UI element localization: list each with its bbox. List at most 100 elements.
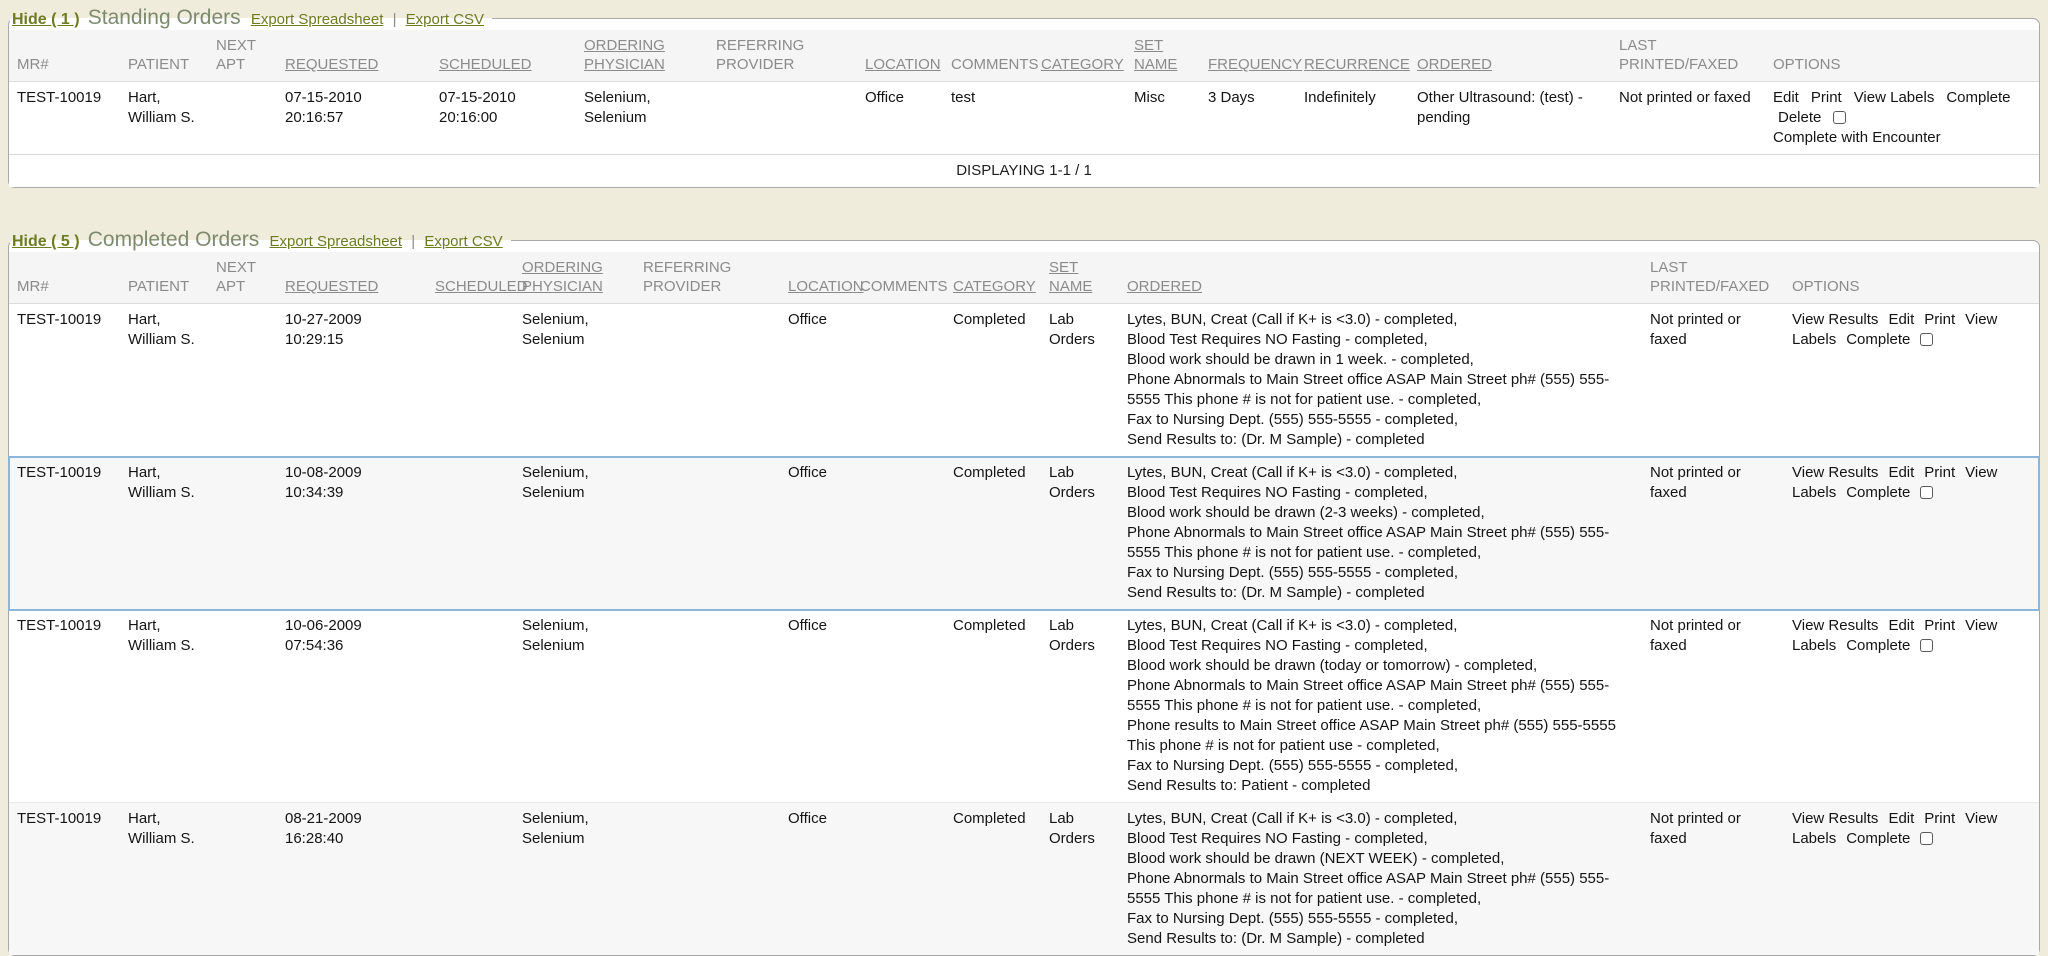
standing-footer-row: DISPLAYING 1-1 / 1	[9, 155, 2039, 188]
column-header-ordered[interactable]: ORDERED	[1119, 252, 1642, 304]
view-results-link[interactable]: View Results	[1792, 464, 1878, 481]
print-link[interactable]: Print	[1924, 810, 1955, 827]
cell-scheduled	[427, 610, 514, 803]
complete-checkbox[interactable]	[1920, 639, 1933, 652]
cell-referring-provider	[635, 304, 780, 457]
cell-last-printed-faxed: Not printed or faxed	[1642, 803, 1784, 956]
cell-scheduled	[427, 803, 514, 956]
completed-order-row: TEST-10019 Hart, William S. 10-08-2009 1…	[9, 457, 2039, 610]
cell-set-name: Lab Orders	[1041, 610, 1119, 803]
standing-orders-section: Hide ( 1 ) Standing Orders Export Spread…	[8, 6, 2040, 188]
complete-with-encounter-link[interactable]: Complete with Encounter	[1773, 129, 1941, 146]
column-header-location[interactable]: LOCATION	[857, 30, 943, 82]
cell-ordered: Lytes, BUN, Creat (Call if K+ is <3.0) -…	[1119, 610, 1642, 803]
column-header-category[interactable]: CATEGORY	[1033, 30, 1126, 82]
view-results-link[interactable]: View Results	[1792, 311, 1878, 328]
cell-location: Office	[780, 457, 852, 610]
cell-ordering-physician: Selenium, Selenium	[514, 610, 635, 803]
complete-link[interactable]: Complete	[1846, 484, 1910, 501]
standing-orders-title: Standing Orders	[88, 6, 241, 29]
cell-last-printed-faxed: Not printed or faxed	[1642, 457, 1784, 610]
cell-comments	[852, 803, 945, 956]
standing-export-spreadsheet-link[interactable]: Export Spreadsheet	[251, 11, 384, 28]
view-results-link[interactable]: View Results	[1792, 810, 1878, 827]
cell-set-name: Lab Orders	[1041, 457, 1119, 610]
complete-link[interactable]: Complete	[1946, 89, 2010, 106]
completed-export-csv-link[interactable]: Export CSV	[424, 233, 502, 250]
cell-requested: 10-06-2009 07:54:36	[277, 610, 427, 803]
cell-options: View ResultsEditPrintView LabelsComplete	[1784, 610, 2039, 803]
cell-category: Completed	[945, 457, 1041, 610]
complete-checkbox[interactable]	[1920, 333, 1933, 346]
column-header-ordered[interactable]: ORDERED	[1409, 30, 1611, 82]
edit-link[interactable]: Edit	[1888, 311, 1914, 328]
complete-with-encounter-checkbox[interactable]	[1833, 111, 1846, 124]
column-header-requested[interactable]: REQUESTED	[277, 30, 431, 82]
print-link[interactable]: Print	[1924, 311, 1955, 328]
cell-category: Completed	[945, 610, 1041, 803]
cell-patient: Hart, William S.	[120, 457, 208, 610]
cell-location: Office	[780, 803, 852, 956]
cell-ordering-physician: Selenium, Selenium	[576, 82, 708, 155]
column-header-scheduled[interactable]: SCHEDULED	[431, 30, 576, 82]
column-header-ordering-physician[interactable]: ORDERING PHYSICIAN	[514, 252, 635, 304]
print-link[interactable]: Print	[1924, 617, 1955, 634]
edit-link[interactable]: Edit	[1888, 810, 1914, 827]
column-header-recurrence[interactable]: RECURRENCE	[1296, 30, 1409, 82]
standing-hide-link[interactable]: Hide ( 1 )	[12, 11, 80, 28]
cell-next-apt	[208, 610, 277, 803]
view-labels-link[interactable]: View Labels	[1854, 89, 1935, 106]
print-link[interactable]: Print	[1811, 89, 1842, 106]
standing-order-row: TEST-10019 Hart, William S. 07-15-2010 2…	[9, 82, 2039, 155]
column-header-category[interactable]: CATEGORY	[945, 252, 1041, 304]
complete-checkbox[interactable]	[1920, 486, 1933, 499]
cell-ordering-physician: Selenium, Selenium	[514, 803, 635, 956]
cell-patient: Hart, William S.	[120, 82, 208, 155]
complete-link[interactable]: Complete	[1846, 830, 1910, 847]
column-header-frequency[interactable]: FREQUENCY	[1200, 30, 1296, 82]
column-header-set-name[interactable]: SET NAME	[1041, 252, 1119, 304]
edit-link[interactable]: Edit	[1773, 89, 1799, 106]
cell-ordered: Other Ultrasound: (test) - pending	[1409, 82, 1611, 155]
view-results-link[interactable]: View Results	[1792, 617, 1878, 634]
column-header-set-name[interactable]: SET NAME	[1126, 30, 1200, 82]
completed-orders-section: Hide ( 5 ) Completed Orders Export Sprea…	[8, 228, 2040, 956]
cell-mr-number: TEST-10019	[9, 82, 120, 155]
column-header-ordering-physician[interactable]: ORDERING PHYSICIAN	[576, 30, 708, 82]
complete-link[interactable]: Complete	[1846, 637, 1910, 654]
completed-hide-link[interactable]: Hide ( 5 )	[12, 233, 80, 250]
complete-checkbox[interactable]	[1920, 832, 1933, 845]
delete-link[interactable]: Delete	[1778, 109, 1821, 126]
cell-patient: Hart, William S.	[120, 803, 208, 956]
cell-next-apt	[208, 457, 277, 610]
cell-category	[1033, 82, 1126, 155]
cell-comments	[852, 610, 945, 803]
column-header-requested[interactable]: REQUESTED	[277, 252, 427, 304]
column-header-referring-provider: REFERRING PROVIDER	[708, 30, 857, 82]
edit-link[interactable]: Edit	[1888, 464, 1914, 481]
cell-referring-provider	[708, 82, 857, 155]
completed-export-spreadsheet-link[interactable]: Export Spreadsheet	[269, 233, 402, 250]
column-header-mr-: MR#	[9, 30, 120, 82]
column-header-location[interactable]: LOCATION	[780, 252, 852, 304]
cell-options: View ResultsEditPrintView LabelsComplete	[1784, 803, 2039, 956]
print-link[interactable]: Print	[1924, 464, 1955, 481]
cell-comments	[852, 457, 945, 610]
column-header-last-printed-faxed: LAST PRINTED/FAXED	[1611, 30, 1765, 82]
cell-comments	[852, 304, 945, 457]
cell-requested: 10-08-2009 10:34:39	[277, 457, 427, 610]
cell-location: Office	[780, 304, 852, 457]
cell-referring-provider	[635, 610, 780, 803]
column-header-next-apt: NEXT APT	[208, 252, 277, 304]
completed-order-row: TEST-10019 Hart, William S. 08-21-2009 1…	[9, 803, 2039, 956]
edit-link[interactable]: Edit	[1888, 617, 1914, 634]
cell-frequency: 3 Days	[1200, 82, 1296, 155]
cell-requested: 07-15-2010 20:16:57	[277, 82, 431, 155]
completed-header-row: MR#PATIENTNEXT APTREQUESTEDSCHEDULEDORDE…	[9, 252, 2039, 304]
column-header-scheduled[interactable]: SCHEDULED	[427, 252, 514, 304]
cell-location: Office	[780, 610, 852, 803]
complete-link[interactable]: Complete	[1846, 331, 1910, 348]
cell-mr-number: TEST-10019	[9, 304, 120, 457]
column-header-options: OPTIONS	[1765, 30, 2039, 82]
standing-export-csv-link[interactable]: Export CSV	[406, 11, 484, 28]
